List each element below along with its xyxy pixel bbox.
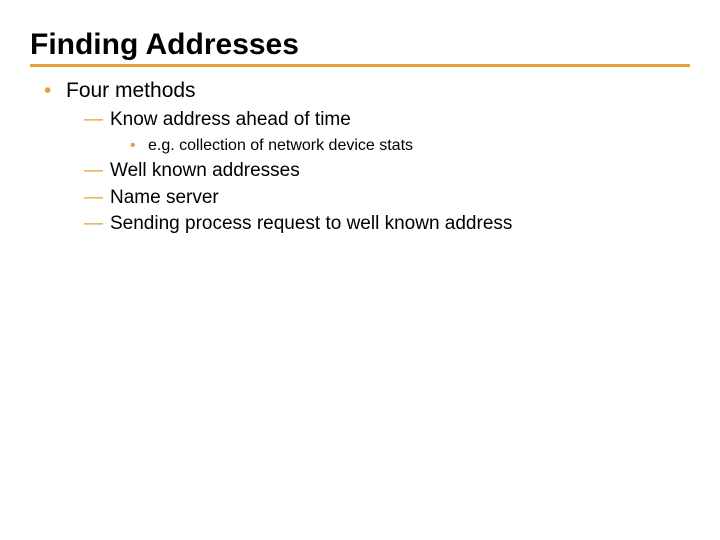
list-item-text: Know address ahead of time [110,109,351,130]
list-item: Well known addresses [84,158,690,185]
bullet-list-level-1: Know address ahead of time e.g. collecti… [66,107,690,237]
list-item: Name server [84,185,690,212]
list-item-text: Well known addresses [110,160,300,181]
bullet-list-level-2: e.g. collection of network device stats [110,134,690,158]
bullet-list-level-0: Four methods Know address ahead of time … [30,77,690,238]
list-item: Know address ahead of time e.g. collecti… [84,107,690,158]
list-item: e.g. collection of network device stats [130,134,690,158]
slide-title: Finding Addresses [30,28,690,67]
list-item: Sending process request to well known ad… [84,211,690,238]
list-item: Four methods Know address ahead of time … [44,77,690,238]
list-item-text: Sending process request to well known ad… [110,213,512,234]
list-item-text: e.g. collection of network device stats [148,137,413,154]
list-item-text: Four methods [66,79,196,102]
list-item-text: Name server [110,187,219,208]
slide: Finding Addresses Four methods Know addr… [0,0,720,238]
